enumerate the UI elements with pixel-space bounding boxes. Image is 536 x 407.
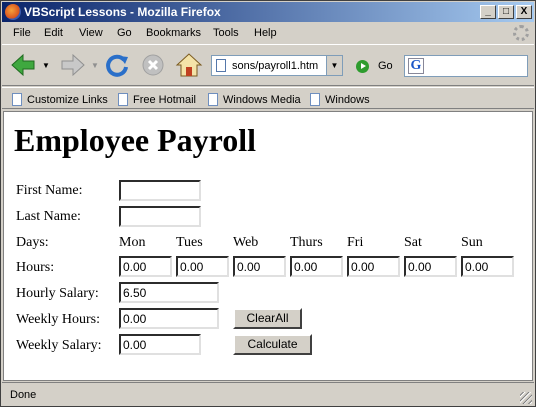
bookmark-label: Free Hotmail (133, 94, 196, 106)
back-button[interactable] (8, 51, 38, 79)
bookmarks-toolbar: Customize Links Free Hotmail Windows Med… (2, 87, 534, 109)
weekly-hours-input[interactable]: 0.00 (119, 308, 219, 329)
back-history-icon[interactable]: ▼ (42, 61, 50, 70)
day-thurs-label: Thurs (290, 235, 323, 250)
bookmark-windows[interactable]: Windows (310, 93, 370, 106)
reload-button[interactable] (102, 51, 132, 79)
weekly-hours-label: Weekly Hours: (16, 312, 101, 327)
day-sat-label: Sat (404, 235, 422, 250)
day-web-label: Web (233, 235, 259, 250)
hours-mon-input[interactable]: 0.00 (119, 256, 172, 277)
menu-edit[interactable]: Edit (44, 27, 63, 39)
clear-all-button[interactable]: ClearAll (233, 308, 302, 329)
menu-bookmarks[interactable]: Bookmarks (146, 27, 201, 39)
calculate-button[interactable]: Calculate (233, 334, 312, 355)
day-tues-label: Tues (176, 235, 203, 250)
status-text: Done (10, 389, 37, 401)
hourly-salary-label: Hourly Salary: (16, 286, 99, 301)
menu-go[interactable]: Go (117, 27, 132, 39)
throbber-icon (513, 25, 529, 41)
hours-web-input[interactable]: 0.00 (233, 256, 286, 277)
forward-button[interactable] (58, 51, 88, 79)
browser-window: VBScript Lessons - Mozilla Firefox _ □ X… (0, 0, 536, 407)
reload-icon (106, 54, 128, 77)
days-label: Days: (16, 235, 49, 250)
hourly-salary-input[interactable]: 6.50 (119, 282, 219, 303)
page-icon (208, 93, 218, 106)
maximize-button[interactable]: □ (498, 5, 514, 19)
menu-view[interactable]: View (79, 27, 103, 39)
first-name-input[interactable] (119, 180, 201, 201)
weekly-salary-label: Weekly Salary: (16, 338, 102, 353)
menu-file[interactable]: File (13, 27, 31, 39)
bookmark-label: Customize Links (27, 94, 108, 106)
hours-sat-input[interactable]: 0.00 (404, 256, 457, 277)
navigation-toolbar: ▼ ▼ sons/payroll1.htm ▼ Go G (2, 44, 534, 86)
back-arrow-icon (11, 53, 35, 77)
search-box[interactable]: G (404, 55, 528, 77)
page-heading: Employee Payroll (14, 122, 257, 158)
day-fri-label: Fri (347, 235, 364, 250)
go-button[interactable]: Go (378, 60, 393, 72)
page-icon (310, 93, 320, 106)
hours-fri-input[interactable]: 0.00 (347, 256, 400, 277)
day-sun-label: Sun (461, 235, 483, 250)
firefox-icon (5, 4, 21, 20)
bookmark-label: Windows (325, 94, 370, 106)
menu-bar: File Edit View Go Bookmarks Tools Help (2, 23, 534, 43)
resize-grip-icon[interactable] (520, 392, 532, 404)
bookmark-customize-links[interactable]: Customize Links (12, 93, 108, 106)
go-arrow-icon[interactable] (356, 60, 369, 73)
page-icon (216, 59, 226, 72)
close-button[interactable]: X (516, 5, 532, 19)
home-icon (175, 53, 203, 77)
minimize-button[interactable]: _ (480, 5, 496, 19)
address-input[interactable]: sons/payroll1.htm (232, 60, 318, 72)
title-bar: VBScript Lessons - Mozilla Firefox _ □ X (2, 2, 534, 22)
hours-thurs-input[interactable]: 0.00 (290, 256, 343, 277)
address-dropdown-icon[interactable]: ▼ (326, 56, 342, 75)
menu-tools[interactable]: Tools (213, 27, 239, 39)
search-engine-icon[interactable]: G (408, 58, 424, 74)
bookmark-windows-media[interactable]: Windows Media (208, 93, 301, 106)
stop-icon (142, 54, 164, 76)
stop-button[interactable] (138, 51, 168, 79)
first-name-label: First Name: (16, 183, 83, 198)
menu-help[interactable]: Help (254, 27, 277, 39)
window-title: VBScript Lessons - Mozilla Firefox (24, 5, 221, 19)
address-bar[interactable]: sons/payroll1.htm ▼ (211, 55, 343, 76)
bookmark-free-hotmail[interactable]: Free Hotmail (118, 93, 196, 106)
last-name-input[interactable] (119, 206, 201, 227)
page-icon (118, 93, 128, 106)
hours-sun-input[interactable]: 0.00 (461, 256, 514, 277)
forward-arrow-icon (61, 53, 85, 77)
weekly-salary-input[interactable]: 0.00 (119, 334, 201, 355)
last-name-label: Last Name: (16, 209, 81, 224)
bookmark-label: Windows Media (223, 94, 301, 106)
home-button[interactable] (174, 51, 204, 79)
status-bar: Done (2, 382, 534, 406)
hours-label: Hours: (16, 260, 55, 275)
page-icon (12, 93, 22, 106)
hours-tues-input[interactable]: 0.00 (176, 256, 229, 277)
forward-history-icon[interactable]: ▼ (91, 61, 99, 70)
day-mon-label: Mon (119, 235, 146, 250)
page-content: Employee Payroll First Name: Last Name: … (3, 111, 533, 381)
